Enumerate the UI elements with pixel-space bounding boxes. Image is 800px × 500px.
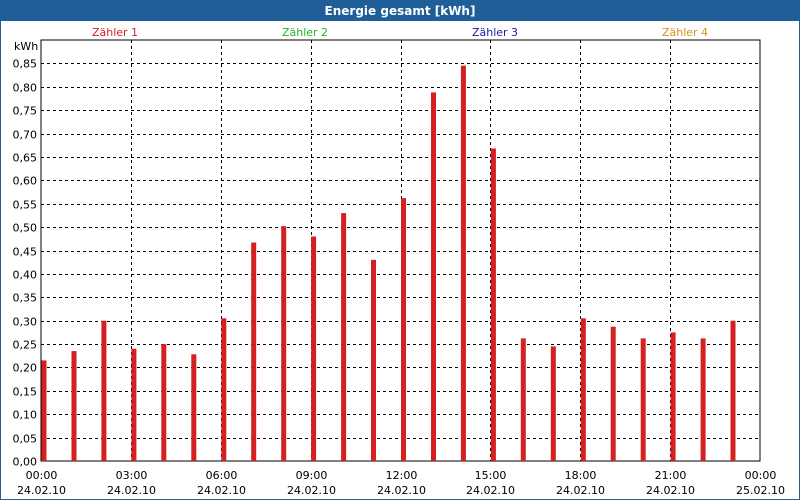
y-tick-label: 0,55 (13, 199, 38, 212)
bar-00:00 (41, 360, 47, 461)
legend-entry-4: Zähler 4 (662, 26, 708, 39)
bar-05:00 (191, 354, 197, 461)
bar-16:00 (520, 338, 526, 461)
bar-04:00 (161, 344, 167, 461)
x-tick-date: 24.02.10 (17, 484, 66, 497)
y-tick-label: 0,60 (13, 175, 38, 188)
x-tick-time: 21:00 (655, 469, 687, 482)
bar-12:00 (401, 198, 406, 461)
x-tick-time: 03:00 (116, 469, 148, 482)
y-tick-label: 0,70 (13, 129, 38, 142)
x-tick-date: 24.02.10 (377, 484, 426, 497)
y-tick-label: 0,65 (13, 152, 38, 165)
y-tick-label: 0,35 (13, 292, 38, 305)
bar-15:00 (490, 148, 496, 461)
x-tick-time: 18:00 (565, 469, 597, 482)
y-tick-label: 0,10 (13, 409, 38, 422)
bar-08:00 (281, 226, 287, 461)
y-tick-label: 0,75 (13, 105, 38, 118)
x-tick-time: 00:00 (26, 469, 58, 482)
y-tick-label: 0,05 (13, 433, 38, 446)
x-tick-date: 24.02.10 (556, 484, 605, 497)
x-tick-time: 00:00 (745, 469, 777, 482)
x-tick-date: 24.02.10 (466, 484, 515, 497)
bar-07:00 (251, 242, 257, 461)
bar-02:00 (101, 320, 107, 461)
y-tick-label: 0,80 (13, 82, 38, 95)
y-tick-label: 0,30 (13, 316, 38, 329)
plot-area (40, 39, 761, 462)
bar-22:00 (700, 338, 706, 461)
legend-entry-2: Zähler 2 (282, 26, 328, 39)
bar-20:00 (640, 338, 646, 461)
bar-10:00 (341, 213, 347, 461)
y-tick-label: 0,25 (13, 339, 38, 352)
bar-18:00 (580, 318, 586, 461)
x-tick-time: 09:00 (296, 469, 328, 482)
x-tick-date: 25.02.10 (736, 484, 785, 497)
x-tick-date: 24.02.10 (107, 484, 156, 497)
y-tick-label: 0,50 (13, 222, 38, 235)
bar-14:00 (460, 65, 466, 461)
y-tick-label: 0,15 (13, 386, 38, 399)
y-tick-label: 0,85 (13, 58, 38, 71)
bar-17:00 (550, 346, 556, 461)
y-tick-label: 0,40 (13, 269, 38, 282)
bar-13:00 (431, 92, 436, 462)
x-tick-time: 15:00 (475, 469, 507, 482)
bar-21:00 (670, 332, 676, 461)
bar-06:00 (221, 318, 227, 461)
y-tick-label: 0,20 (13, 362, 38, 375)
bar-03:00 (131, 348, 137, 461)
x-tick-date: 24.02.10 (287, 484, 336, 497)
bar-19:00 (610, 326, 616, 461)
energy-chart: 0,00 0,05 0,10 0,15 0,20 0,25 0,30 0,35 0,40 0,45… (13, 26, 785, 497)
x-tick-time: 12:00 (386, 469, 418, 482)
x-tick-date: 24.02.10 (646, 484, 695, 497)
bar-09:00 (311, 236, 317, 461)
x-tick-time: 06:00 (206, 469, 238, 482)
y-tick-label: 0,45 (13, 246, 38, 259)
bar-11:00 (371, 259, 376, 461)
legend-entry-3: Zähler 3 (472, 26, 518, 39)
bar-23:00 (730, 320, 736, 461)
y-axis-label: kWh (14, 40, 38, 53)
x-tick-date: 24.02.10 (197, 484, 246, 497)
bar-01:00 (71, 351, 77, 461)
legend-entry-1: Zähler 1 (92, 26, 138, 39)
y-tick-label: 0,00 (13, 456, 38, 469)
